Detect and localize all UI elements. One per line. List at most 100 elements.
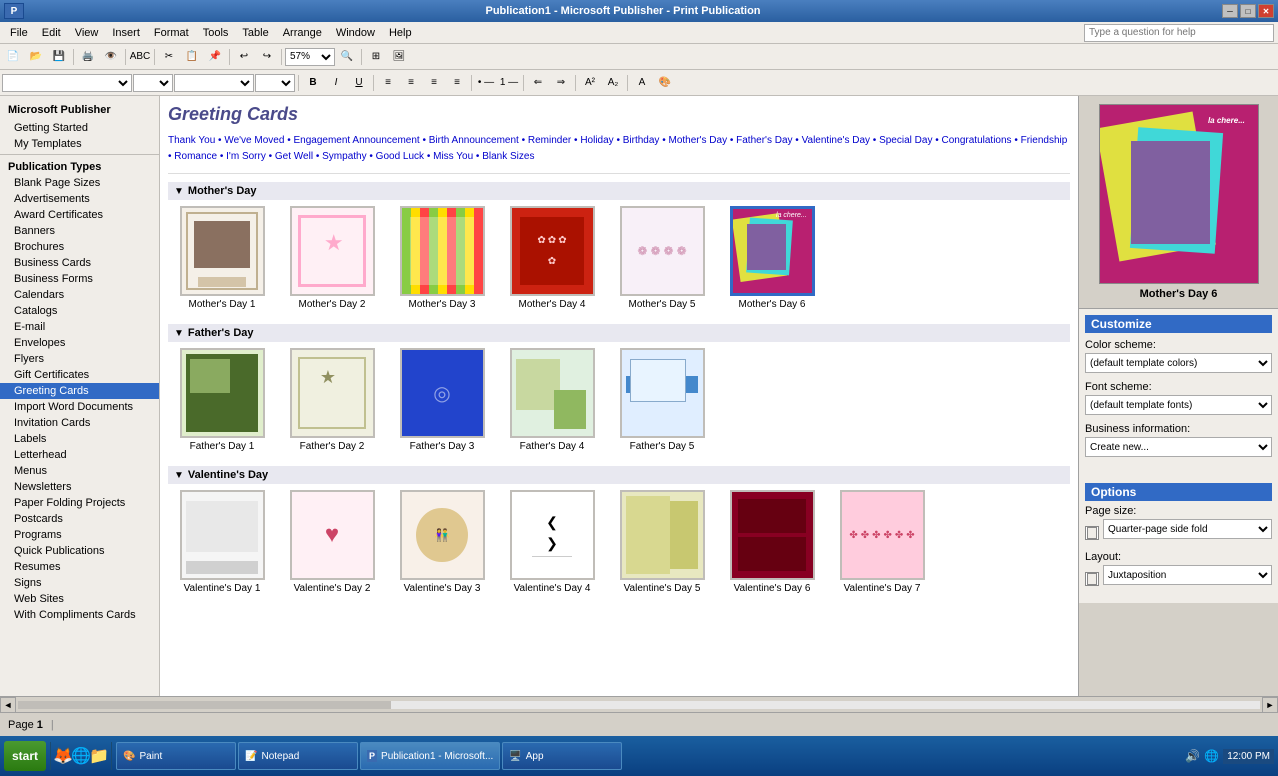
link-romance[interactable]: Romance	[174, 151, 217, 162]
menu-help[interactable]: Help	[383, 25, 418, 41]
insert-table-button[interactable]: ⊞	[365, 47, 387, 67]
sidebar-item-invitation-cards[interactable]: Invitation Cards	[0, 415, 159, 431]
open-button[interactable]: 📂	[25, 47, 47, 67]
card-vd6[interactable]: Valentine's Day 6	[722, 490, 822, 594]
sidebar-item-newsletters[interactable]: Newsletters	[0, 479, 159, 495]
scrollbar-horizontal[interactable]: ◄ ►	[0, 696, 1278, 712]
link-fathers-day[interactable]: Father's Day	[736, 135, 792, 146]
highlight-button[interactable]: 🎨	[654, 73, 676, 93]
link-reminder[interactable]: Reminder	[528, 135, 571, 146]
help-input[interactable]	[1084, 24, 1274, 42]
align-center-button[interactable]: ≡	[400, 73, 422, 93]
category-mothers-day-header[interactable]: ▼ Mother's Day	[168, 182, 1070, 200]
maximize-button[interactable]: □	[1240, 4, 1256, 18]
sidebar-item-gift-certificates[interactable]: Gift Certificates	[0, 367, 159, 383]
card-fd2[interactable]: ★ Father's Day 2	[282, 348, 382, 452]
font-scheme-select[interactable]: (default template fonts)	[1085, 395, 1272, 415]
content-scroll-area[interactable]: Greeting Cards Thank You • We've Moved •…	[160, 96, 1078, 696]
sidebar-item-banners[interactable]: Banners	[0, 223, 159, 239]
sidebar-item-web-sites[interactable]: Web Sites	[0, 591, 159, 607]
link-sympathy[interactable]: Sympathy	[322, 151, 366, 162]
menu-window[interactable]: Window	[330, 25, 381, 41]
sidebar-item-labels[interactable]: Labels	[0, 431, 159, 447]
cut-button[interactable]: ✂	[158, 47, 180, 67]
align-right-button[interactable]: ≡	[423, 73, 445, 93]
link-birthday[interactable]: Birthday	[623, 135, 660, 146]
taskbar-notepad[interactable]: 📝 Notepad	[238, 742, 358, 770]
link-mothers-day[interactable]: Mother's Day	[668, 135, 727, 146]
bold-button[interactable]: B	[302, 73, 324, 93]
align-justify-button[interactable]: ≡	[446, 73, 468, 93]
undo-button[interactable]: ↩	[233, 47, 255, 67]
font-style-select[interactable]	[174, 74, 254, 92]
layout-select[interactable]: Juxtaposition	[1103, 565, 1272, 585]
copy-button[interactable]: 📋	[181, 47, 203, 67]
card-md6[interactable]: la chere... Mother's Day 6	[722, 206, 822, 310]
card-vd5[interactable]: Valentine's Day 5	[612, 490, 712, 594]
link-valentines-day[interactable]: Valentine's Day	[802, 135, 870, 146]
card-md1[interactable]: Mother's Day 1	[172, 206, 272, 310]
sidebar-item-compliments-cards[interactable]: With Compliments Cards	[0, 607, 159, 623]
card-md2[interactable]: ★ Mother's Day 2	[282, 206, 382, 310]
sidebar-item-email[interactable]: E-mail	[0, 319, 159, 335]
link-good-luck[interactable]: Good Luck	[376, 151, 424, 162]
card-fd1[interactable]: Father's Day 1	[172, 348, 272, 452]
card-md4[interactable]: ✿ ✿ ✿ ✿ Mother's Day 4	[502, 206, 602, 310]
font-color-button[interactable]: A	[631, 73, 653, 93]
print-button[interactable]: 🖨️	[77, 47, 99, 67]
scrollbar-track[interactable]	[18, 701, 1260, 709]
card-vd1[interactable]: Valentine's Day 1	[172, 490, 272, 594]
menu-format[interactable]: Format	[148, 25, 195, 41]
italic-button[interactable]: I	[325, 73, 347, 93]
scrollbar-thumb[interactable]	[18, 701, 391, 709]
sidebar-item-greeting-cards[interactable]: Greeting Cards	[0, 383, 159, 399]
scroll-left-button[interactable]: ◄	[0, 697, 16, 713]
link-engagement[interactable]: Engagement Announcement	[293, 135, 419, 146]
card-vd2[interactable]: ♥ Valentine's Day 2	[282, 490, 382, 594]
link-blank-sizes[interactable]: Blank Sizes	[482, 151, 534, 162]
zoom-in-button[interactable]: 🔍	[336, 47, 358, 67]
link-im-sorry[interactable]: I'm Sorry	[226, 151, 266, 162]
sidebar-item-business-forms[interactable]: Business Forms	[0, 271, 159, 287]
card-fd4[interactable]: Father's Day 4	[502, 348, 602, 452]
page-size-select[interactable]: Quarter-page side fold	[1103, 519, 1272, 539]
align-left-button[interactable]: ≡	[377, 73, 399, 93]
card-vd4[interactable]: ❮ ❯ Valentine's Day 4	[502, 490, 602, 594]
link-birth[interactable]: Birth Announcement	[429, 135, 519, 146]
card-md5[interactable]: ❁ ❁ ❁ ❁ Mother's Day 5	[612, 206, 712, 310]
start-button[interactable]: start	[4, 741, 46, 771]
taskbar-ie-quick[interactable]: 🌐	[73, 748, 89, 764]
menu-tools[interactable]: Tools	[197, 25, 235, 41]
link-special-day[interactable]: Special Day	[879, 135, 932, 146]
category-valentines-day-header[interactable]: ▼ Valentine's Day	[168, 466, 1070, 484]
save-button[interactable]: 💾	[48, 47, 70, 67]
increase-indent-button[interactable]: ⇒	[550, 73, 572, 93]
numbered-list-button[interactable]: 1 —	[498, 73, 520, 93]
sidebar-item-signs[interactable]: Signs	[0, 575, 159, 591]
menu-insert[interactable]: Insert	[106, 25, 146, 41]
menu-edit[interactable]: Edit	[36, 25, 67, 41]
insert-picture-button[interactable]: 🖼	[388, 47, 410, 67]
color-scheme-select[interactable]: (default template colors)	[1085, 353, 1272, 373]
sidebar-item-paper-folding[interactable]: Paper Folding Projects	[0, 495, 159, 511]
menu-table[interactable]: Table	[236, 25, 274, 41]
decrease-indent-button[interactable]: ⇐	[527, 73, 549, 93]
menu-arrange[interactable]: Arrange	[277, 25, 328, 41]
bullet-list-button[interactable]: • —	[475, 73, 497, 93]
minimize-button[interactable]: ─	[1222, 4, 1238, 18]
card-md3[interactable]: Mother's Day 3	[392, 206, 492, 310]
spell-button[interactable]: ABC	[129, 47, 151, 67]
zoom-select[interactable]: 57% 75% 100%	[285, 48, 335, 66]
subscript-button[interactable]: A₂	[602, 73, 624, 93]
sidebar-item-envelopes[interactable]: Envelopes	[0, 335, 159, 351]
sidebar-item-business-cards[interactable]: Business Cards	[0, 255, 159, 271]
sidebar-item-resumes[interactable]: Resumes	[0, 559, 159, 575]
underline-button[interactable]: U	[348, 73, 370, 93]
link-get-well[interactable]: Get Well	[275, 151, 313, 162]
paste-button[interactable]: 📌	[204, 47, 226, 67]
sidebar-item-menus[interactable]: Menus	[0, 463, 159, 479]
sidebar-item-calendars[interactable]: Calendars	[0, 287, 159, 303]
sidebar-item-import-word[interactable]: Import Word Documents	[0, 399, 159, 415]
sidebar-item-flyers[interactable]: Flyers	[0, 351, 159, 367]
sidebar-item-advertisements[interactable]: Advertisements	[0, 191, 159, 207]
